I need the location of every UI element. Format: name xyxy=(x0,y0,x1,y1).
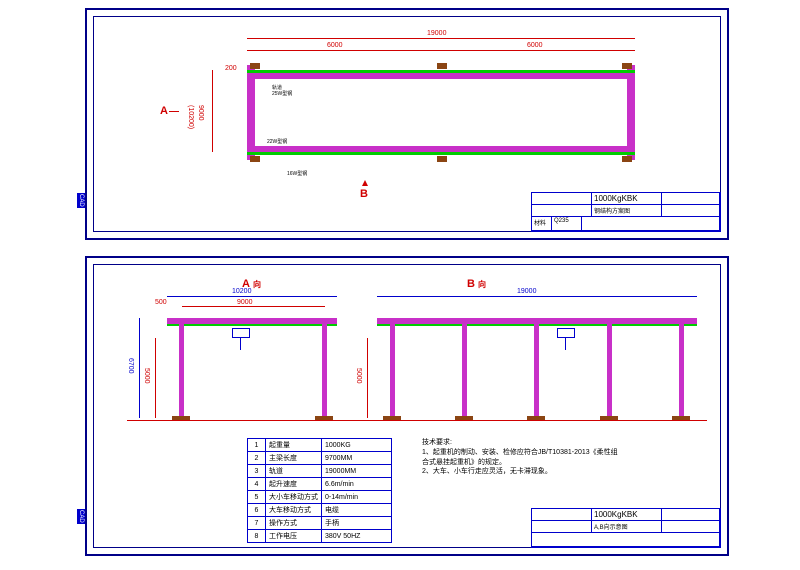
dim-span-line xyxy=(247,50,635,51)
title-bottom: 1000KgKBK xyxy=(592,509,662,520)
spec-row: 1起重量1000KG xyxy=(248,439,392,452)
dim-10200-line xyxy=(167,296,337,297)
dim-total: 19000 xyxy=(427,30,446,37)
spec-table: 1起重量1000KG 2主梁长度9700MM 3轨道19000MM 4起升速度6… xyxy=(247,438,392,543)
dim-19000-line xyxy=(377,296,697,297)
dim-6700-line xyxy=(139,318,140,418)
dim-5000: 5000 xyxy=(143,368,150,384)
support-2 xyxy=(437,63,447,69)
dim-500: 500 xyxy=(155,299,167,306)
main-beam-top xyxy=(247,73,635,79)
dim-span2: 6000 xyxy=(527,42,543,49)
support-6 xyxy=(622,156,632,162)
spec-row: 8工作电压380V 50HZ xyxy=(248,530,392,543)
dim-5000-line xyxy=(155,338,156,418)
req-line1: 1、起重机的制动、安装、检修应符合JB/T10381-2013《柔性组合式悬挂起… xyxy=(422,448,622,468)
support-5 xyxy=(437,156,447,162)
hoist-b xyxy=(557,328,575,338)
subtitle-top: 钢结构方案图 xyxy=(592,205,662,216)
req-line2: 2、大车、小车行走应灵活，无卡滞现象。 xyxy=(422,467,622,477)
title-top: 1000KgKBK xyxy=(592,193,662,204)
tech-requirements: 技术要求: 1、起重机的制动、安装、检修应符合JB/T10381-2013《柔性… xyxy=(422,438,622,477)
base-label: 16W型钢 xyxy=(287,170,307,177)
dim-span1: 6000 xyxy=(327,42,343,49)
dim-small: 200 xyxy=(225,65,237,72)
spec-row: 4起升速度6.6m/min xyxy=(248,478,392,491)
title-block-bottom: 1000KgKBK A,B向示意图 xyxy=(531,508,721,548)
support-3 xyxy=(622,63,632,69)
support-4 xyxy=(250,156,260,162)
section-a-label: A xyxy=(160,105,168,117)
dim-5000b: 5000 xyxy=(355,368,362,384)
dim-width: (10200) xyxy=(187,105,194,129)
section-a-arrow-line xyxy=(169,111,179,112)
b-hook-line xyxy=(565,338,566,350)
spec-row: 2主梁长度9700MM xyxy=(248,452,392,465)
spec-row: 5大小车移动方式0-14m/min xyxy=(248,491,392,504)
spec-row: 7操作方式手柄 xyxy=(248,517,392,530)
dim-5000b-line xyxy=(367,338,368,418)
dim-9000-line xyxy=(182,306,325,307)
a-post-1 xyxy=(179,318,184,418)
a-post-2 xyxy=(322,318,327,418)
b-post-5 xyxy=(679,318,684,418)
a-hook-line xyxy=(240,338,241,350)
req-heading: 技术要求: xyxy=(422,438,622,448)
subtitle-bottom: A,B向示意图 xyxy=(592,521,662,532)
material: Q235 xyxy=(552,217,582,230)
side-cad-label-top: CAD xyxy=(77,193,85,208)
dim-total-line xyxy=(247,38,635,39)
dim-6700: 6700 xyxy=(127,358,134,374)
dim-9000: 9000 xyxy=(237,299,253,306)
dim-height: 9000 xyxy=(197,105,204,121)
section-b-label: B xyxy=(360,188,368,200)
support-1 xyxy=(250,63,260,69)
view-b-label: B 向 xyxy=(467,278,486,290)
spec-row: 3轨道19000MM xyxy=(248,465,392,478)
hoist-a xyxy=(232,328,250,338)
rail-bottom xyxy=(247,152,635,155)
spec-row: 6大车移动方式电缆 xyxy=(248,504,392,517)
cross-label-2: 22W型钢 xyxy=(267,138,287,145)
main-beam-bottom xyxy=(247,146,635,152)
side-cad-label-bottom: CAD xyxy=(77,509,85,524)
drawing-frame-top: CAD 19000 6000 6000 9000 (10200) 200 A B… xyxy=(85,8,729,240)
b-post-1 xyxy=(390,318,395,418)
drawing-frame-bottom: CAD A 向 B 向 10200 9000 500 6700 5000 190… xyxy=(85,256,729,556)
b-post-2 xyxy=(462,318,467,418)
b-post-4 xyxy=(607,318,612,418)
dim-10200: 10200 xyxy=(232,288,251,295)
title-block-top: 1000KgKBK 钢结构方案图 材料 Q235 xyxy=(531,192,721,232)
a-rail xyxy=(167,324,337,326)
b-post-3 xyxy=(534,318,539,418)
ground-line xyxy=(127,420,707,421)
section-b-arrow xyxy=(362,180,368,186)
dim-19000: 19000 xyxy=(517,288,536,295)
cross-label-1b: 25W型钢 xyxy=(272,90,292,97)
dim-h-line xyxy=(212,70,213,152)
